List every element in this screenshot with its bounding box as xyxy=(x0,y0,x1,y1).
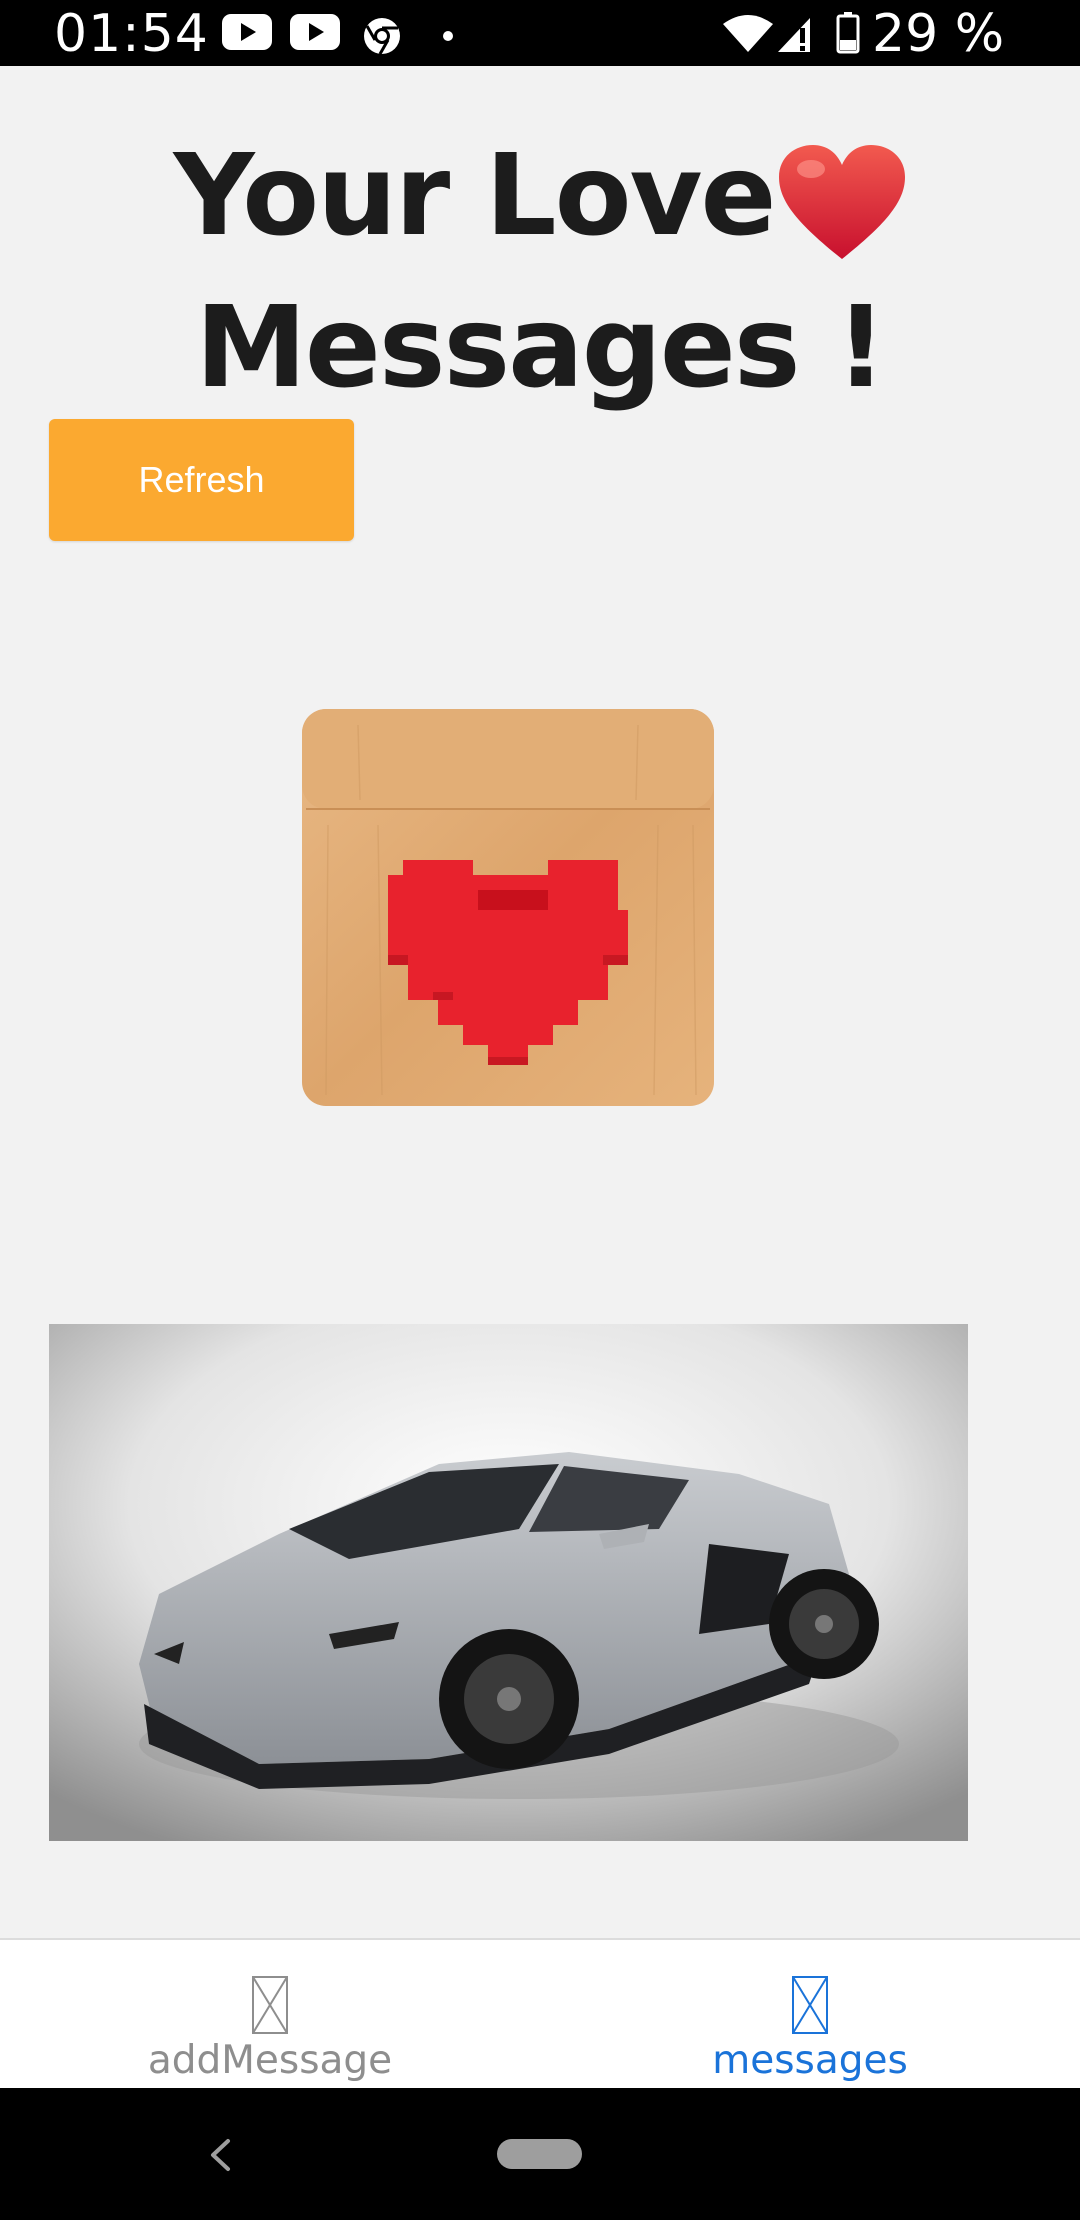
missing-image-icon xyxy=(792,1976,828,2034)
status-time: 01:54 xyxy=(54,4,209,64)
signal-icon xyxy=(778,18,810,52)
tab-add-message-label: addMessage xyxy=(147,2038,393,2083)
home-pill-button[interactable] xyxy=(497,2139,582,2169)
page-title: Your Love Messages ! xyxy=(140,120,940,424)
battery-icon xyxy=(836,12,860,54)
car-image xyxy=(49,1324,968,1841)
lovebox-heart-image xyxy=(302,709,714,1106)
battery-percentage: 29 % xyxy=(872,4,1005,64)
tab-messages-label: messages xyxy=(712,2038,908,2083)
back-icon[interactable] xyxy=(208,2138,232,2172)
status-bar: 01:54 29 % xyxy=(0,0,1080,66)
system-navigation-bar xyxy=(0,2088,1080,2220)
tab-add-message[interactable]: addMessage xyxy=(0,1940,540,2090)
wifi-icon xyxy=(723,15,773,52)
heart-emoji-icon xyxy=(778,145,905,260)
chrome-icon xyxy=(364,18,400,55)
page-title-line2: Messages ! xyxy=(195,283,886,413)
youtube-icon xyxy=(222,14,272,50)
missing-image-icon xyxy=(252,1976,288,2034)
refresh-button[interactable]: Refresh xyxy=(49,419,354,541)
youtube-icon xyxy=(290,14,340,50)
page-title-line1: Your Love xyxy=(173,131,776,261)
notification-dot-icon xyxy=(443,31,453,41)
tab-messages[interactable]: messages xyxy=(540,1940,1080,2090)
bottom-tab-bar: addMessage messages xyxy=(0,1938,1080,2090)
